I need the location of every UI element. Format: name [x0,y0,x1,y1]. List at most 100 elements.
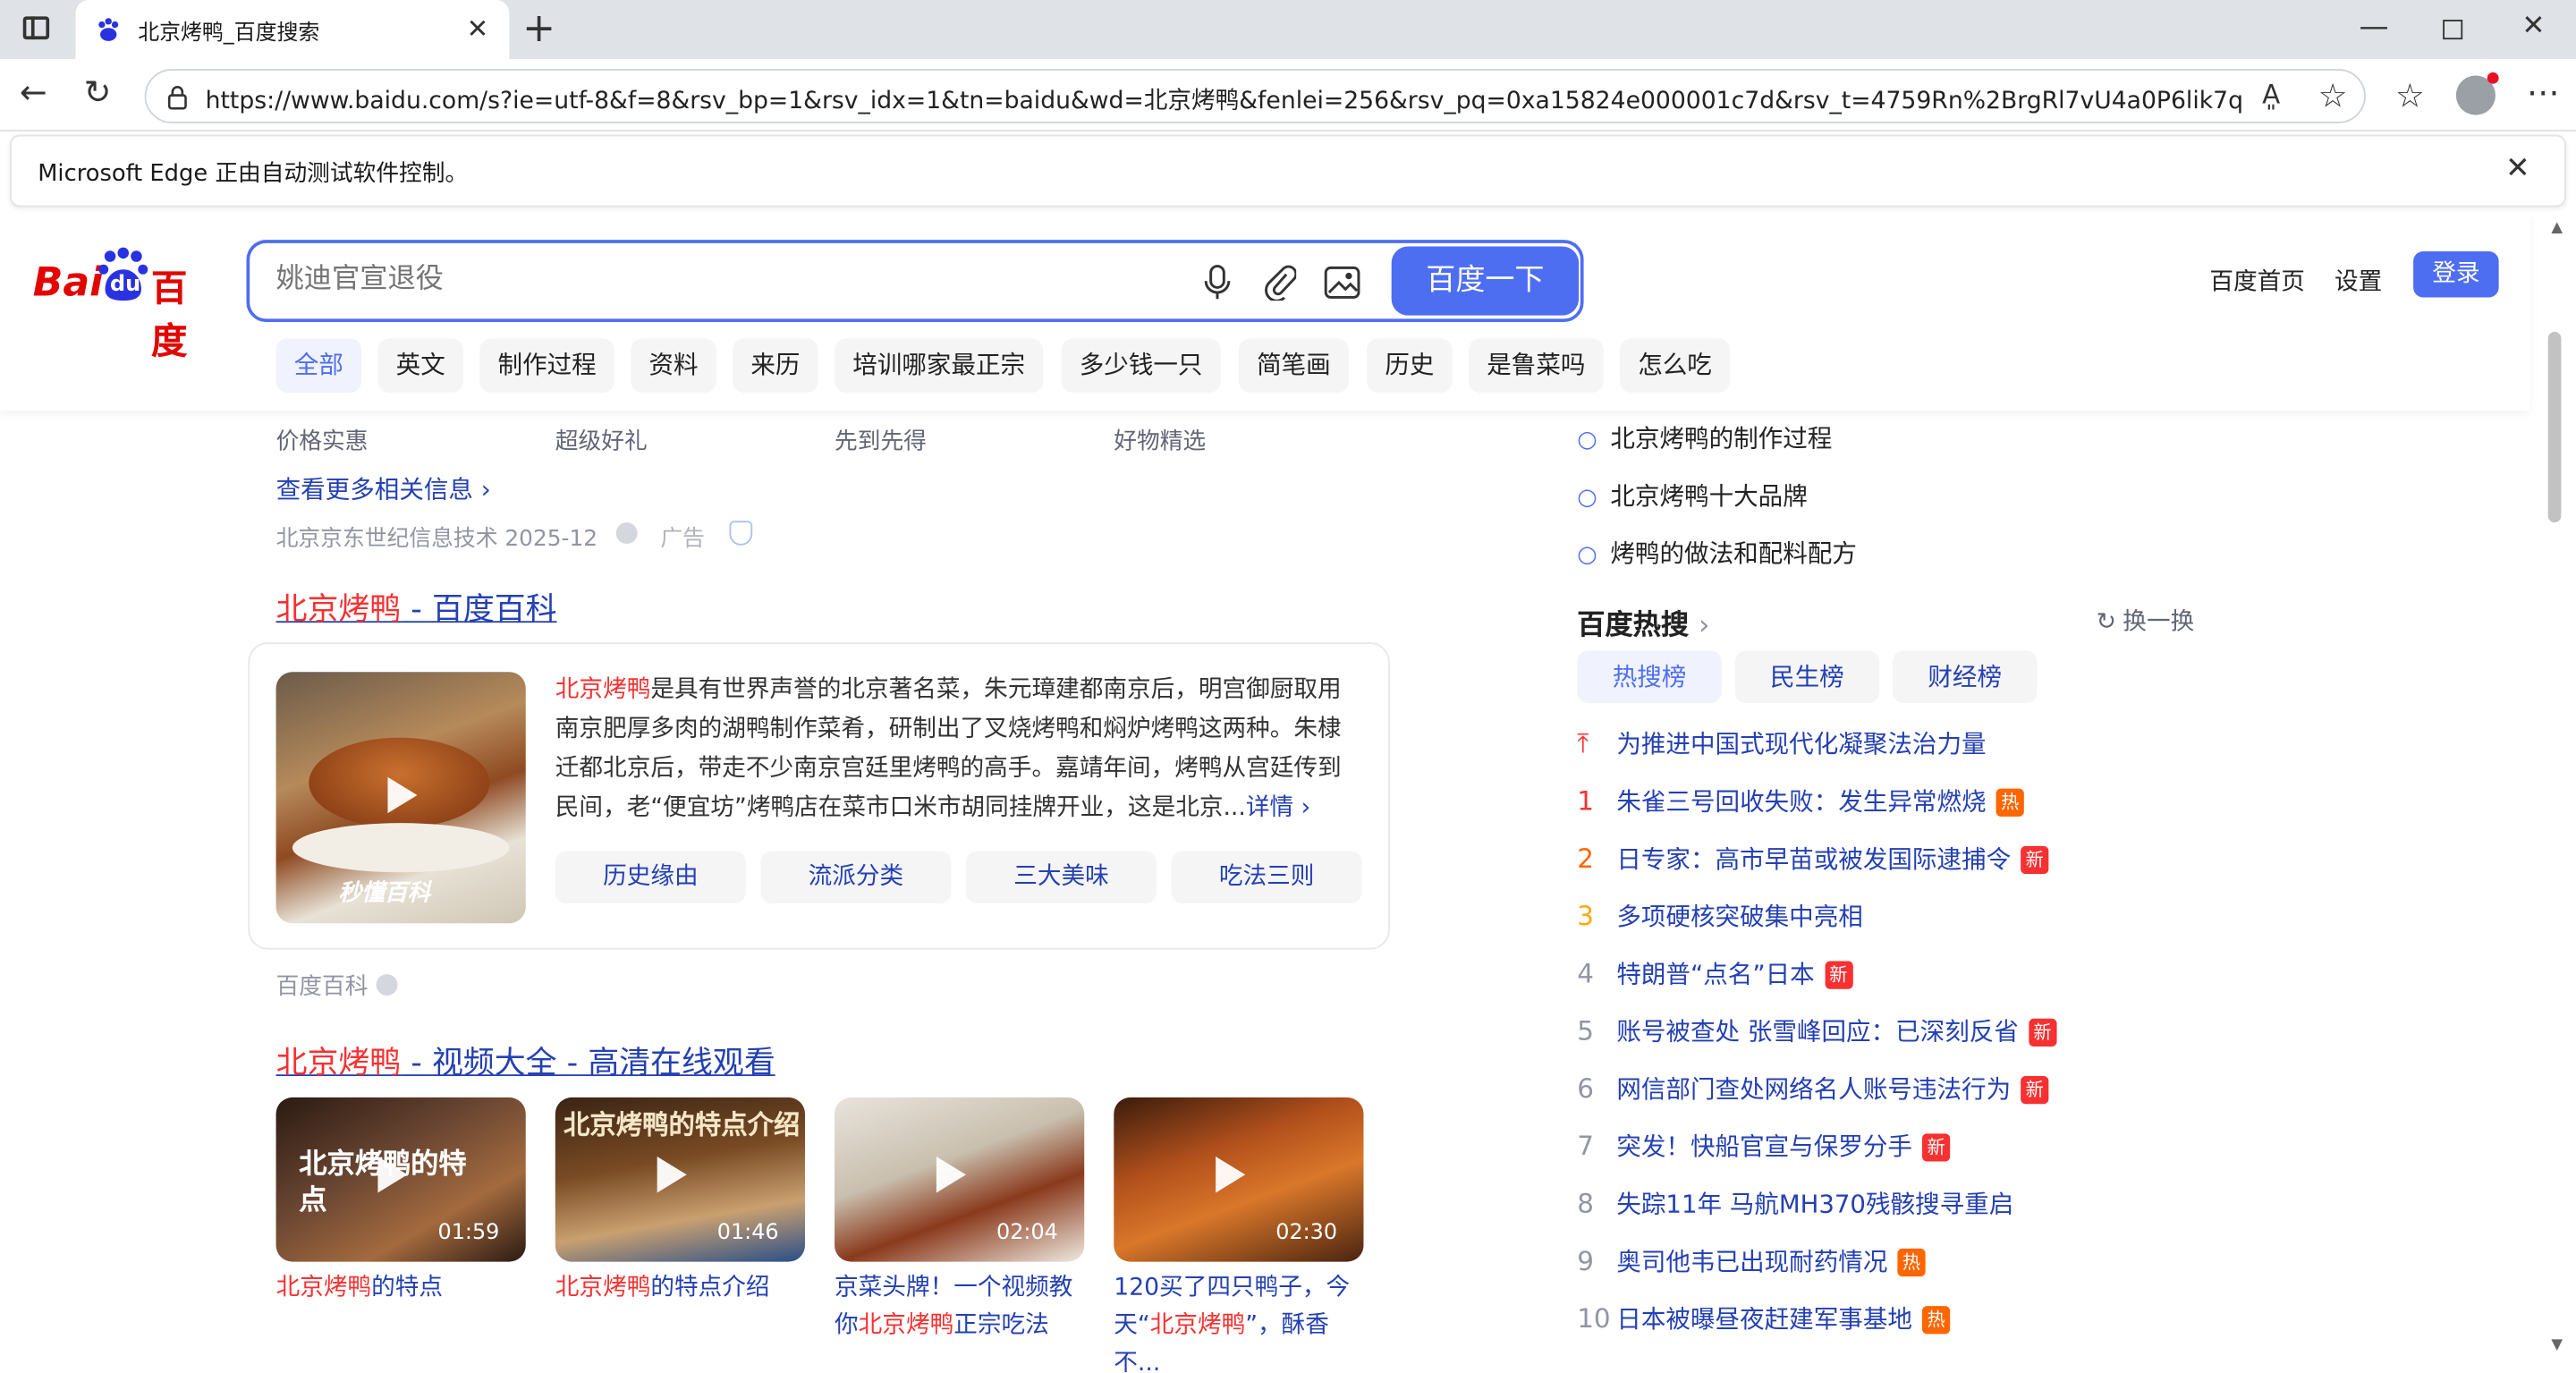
hot-item[interactable]: 10 日本被曝昼夜赶建军事基地热 [1577,1301,1951,1336]
tab-lu-cuisine[interactable]: 是鲁菜吗 [1469,338,1604,393]
login-button[interactable]: 登录 [2413,251,2499,298]
more-info-link[interactable]: 查看更多相关信息 › [276,471,491,506]
url-text[interactable]: https://www.baidu.com/s?ie=utf-8&f=8&rsv… [206,82,2243,117]
lock-icon[interactable] [166,84,190,110]
video-thumbnail[interactable]: 北京烤鸭的特点 01:59 [275,1097,526,1262]
baidu-logo[interactable]: Bai du 百度 [33,247,217,363]
tab-how-to-eat[interactable]: 怎么吃 [1619,338,1731,393]
play-icon[interactable] [377,1157,408,1193]
more-menu-icon[interactable]: ⋯ [2527,72,2560,112]
hot-item-text: 多项硬核突破集中亮相 [1616,902,1863,932]
baidu-home-link[interactable]: 百度首页 [2209,263,2305,298]
microphone-icon[interactable] [1202,265,1232,301]
scroll-down-icon[interactable]: ▼ [2551,1337,2563,1353]
new-tab-icon[interactable]: + [522,5,555,51]
hot-item[interactable]: 1 朱雀三号回收失败：发生异常燃烧热 [1577,784,2024,818]
search-input[interactable] [275,262,1164,296]
tab-hot[interactable]: 热搜榜 [1577,650,1722,704]
address-bar[interactable]: https://www.baidu.com/s?ie=utf-8&f=8&rsv… [144,69,2366,123]
ad-item[interactable]: 价格实惠 [276,424,369,457]
related-search-item[interactable]: ○ 烤鸭的做法和配料配方 [1577,536,1857,571]
baike-chip[interactable]: 历史缘由 [555,851,746,904]
related-text: 烤鸭的做法和配料配方 [1610,538,1857,569]
verified-icon [615,522,638,544]
ad-item[interactable]: 先到先得 [835,424,927,457]
refresh-hot-button[interactable]: ↻ 换一换 [2097,603,2195,638]
play-icon[interactable] [387,776,418,814]
tab-process[interactable]: 制作过程 [479,338,614,393]
video-thumbnail[interactable]: 02:30 [1114,1097,1364,1262]
tab-title: 北京烤鸭_百度搜索 [138,21,320,47]
hot-rank: 8 [1577,1187,1594,1219]
hot-item[interactable]: 5 账号被查处 张雪峰回应：已深刻反省新 [1577,1013,2057,1048]
title-highlight: 北京烤鸭 [275,1045,402,1081]
related-search-item[interactable]: ○ 北京烤鸭十大品牌 [1577,478,1808,513]
ad-item[interactable]: 超级好礼 [555,424,648,457]
detail-link[interactable]: 详情 › [1246,795,1310,821]
restore-icon[interactable] [2443,20,2463,40]
play-icon[interactable] [1216,1157,1246,1193]
close-window-icon[interactable]: ✕ [2521,10,2545,43]
hot-badge: 热 [1996,788,2024,817]
tab-info[interactable]: 资料 [631,338,716,393]
play-icon[interactable] [657,1157,687,1193]
hot-item[interactable]: 8 失踪11年 马航MH370残骸搜寻重启 [1577,1186,2013,1221]
tab-finance[interactable]: 财经榜 [1892,650,2038,704]
hot-item[interactable]: 6 网信部门查处网络名人账号违法行为新 [1577,1072,2049,1106]
tab-training[interactable]: 培训哪家最正宗 [835,338,1044,393]
tab-livelihood[interactable]: 民生榜 [1734,650,1880,704]
play-icon[interactable] [936,1157,966,1193]
video-caption[interactable]: 京菜头牌！一个视频教你北京烤鸭正宗吃法 [835,1270,1081,1345]
hot-item-text: 日本被曝昼夜赶建军事基地 [1616,1304,1912,1335]
search-box[interactable] [246,240,1584,322]
video-thumbnail[interactable]: 北京烤鸭的特点介绍 01:46 [555,1097,805,1262]
video-thumbnail[interactable]: 02:04 [835,1097,1085,1262]
video-caption[interactable]: 北京烤鸭的特点介绍 [555,1270,812,1308]
ad-label: 广告 [660,525,705,553]
hot-item[interactable]: 7 突发！快船官宣与保罗分手新 [1577,1129,1951,1164]
favorite-star-icon[interactable]: ☆ [2318,75,2348,114]
baike-chip[interactable]: 吃法三则 [1171,851,1362,904]
read-aloud-icon[interactable]: A͈ [2262,79,2280,110]
baike-result-title[interactable]: 北京烤鸭 - 百度百科 [276,585,557,630]
tab-actions-icon[interactable] [22,16,50,40]
hot-item[interactable]: 3 多项硬核突破集中亮相 [1577,899,1863,934]
hot-item[interactable]: 2 日专家：高市早苗或被发国际逮捕令新 [1577,841,2049,876]
close-tab-icon[interactable]: ✕ [467,13,489,45]
baike-thumbnail[interactable]: 秒懂百科 [275,672,526,924]
related-search-item[interactable]: ○ 北京烤鸭的制作过程 [1577,420,1832,455]
baike-chip[interactable]: 流派分类 [760,851,952,904]
close-infobar-icon[interactable]: ✕ [2505,151,2530,186]
tab-origin[interactable]: 来历 [733,338,818,393]
scrollbar-thumb[interactable] [2547,332,2562,523]
hot-rank: 6 [1577,1072,1594,1105]
minimize-icon[interactable]: — [2360,10,2389,45]
ad-item[interactable]: 好物精选 [1114,424,1206,457]
hot-item-pinned[interactable]: ⤒ 为推进中国式现代化凝聚法治力量 [1577,726,1986,761]
favorites-icon[interactable]: ☆ [2395,75,2425,114]
hot-search-title[interactable]: 百度热搜 › [1577,601,1709,642]
video-caption[interactable]: 120买了四只鸭子，今天“北京烤鸭”，酥香不... [1114,1270,1370,1373]
tab-history[interactable]: 历史 [1367,338,1453,393]
scroll-up-icon[interactable]: ▲ [2551,220,2563,236]
hot-item[interactable]: 4 特朗普“点名”日本新 [1577,956,1852,991]
attachment-icon[interactable] [1263,265,1297,301]
tab-price[interactable]: 多少钱一只 [1061,338,1221,393]
image-search-icon[interactable] [1324,266,1360,300]
video-caption[interactable]: 北京烤鸭的特点 [276,1270,533,1308]
settings-link[interactable]: 设置 [2334,263,2382,298]
browser-tab[interactable]: 北京烤鸭_百度搜索 ✕ [75,0,510,60]
refresh-icon[interactable]: ↻ [84,72,112,112]
hot-item[interactable]: 9 奥司他韦已出现耐药情况热 [1577,1243,1926,1278]
tab-all[interactable]: 全部 [275,338,362,393]
tab-english[interactable]: 英文 [377,338,463,393]
video-result-title[interactable]: 北京烤鸭 - 视频大全 - 高清在线观看 [276,1038,775,1083]
profile-avatar[interactable] [2455,72,2499,115]
hot-item-text: 日专家：高市早苗或被发国际逮捕令 [1616,844,2012,875]
page-scrollbar[interactable]: ▲ ▼ [2543,213,2576,1373]
tab-drawing[interactable]: 简笔画 [1238,338,1349,393]
search-button[interactable]: 百度一下 [1391,246,1580,316]
back-icon[interactable]: ← [20,72,47,112]
hot-rank: 10 [1577,1302,1611,1335]
baike-chip[interactable]: 三大美味 [965,851,1157,904]
